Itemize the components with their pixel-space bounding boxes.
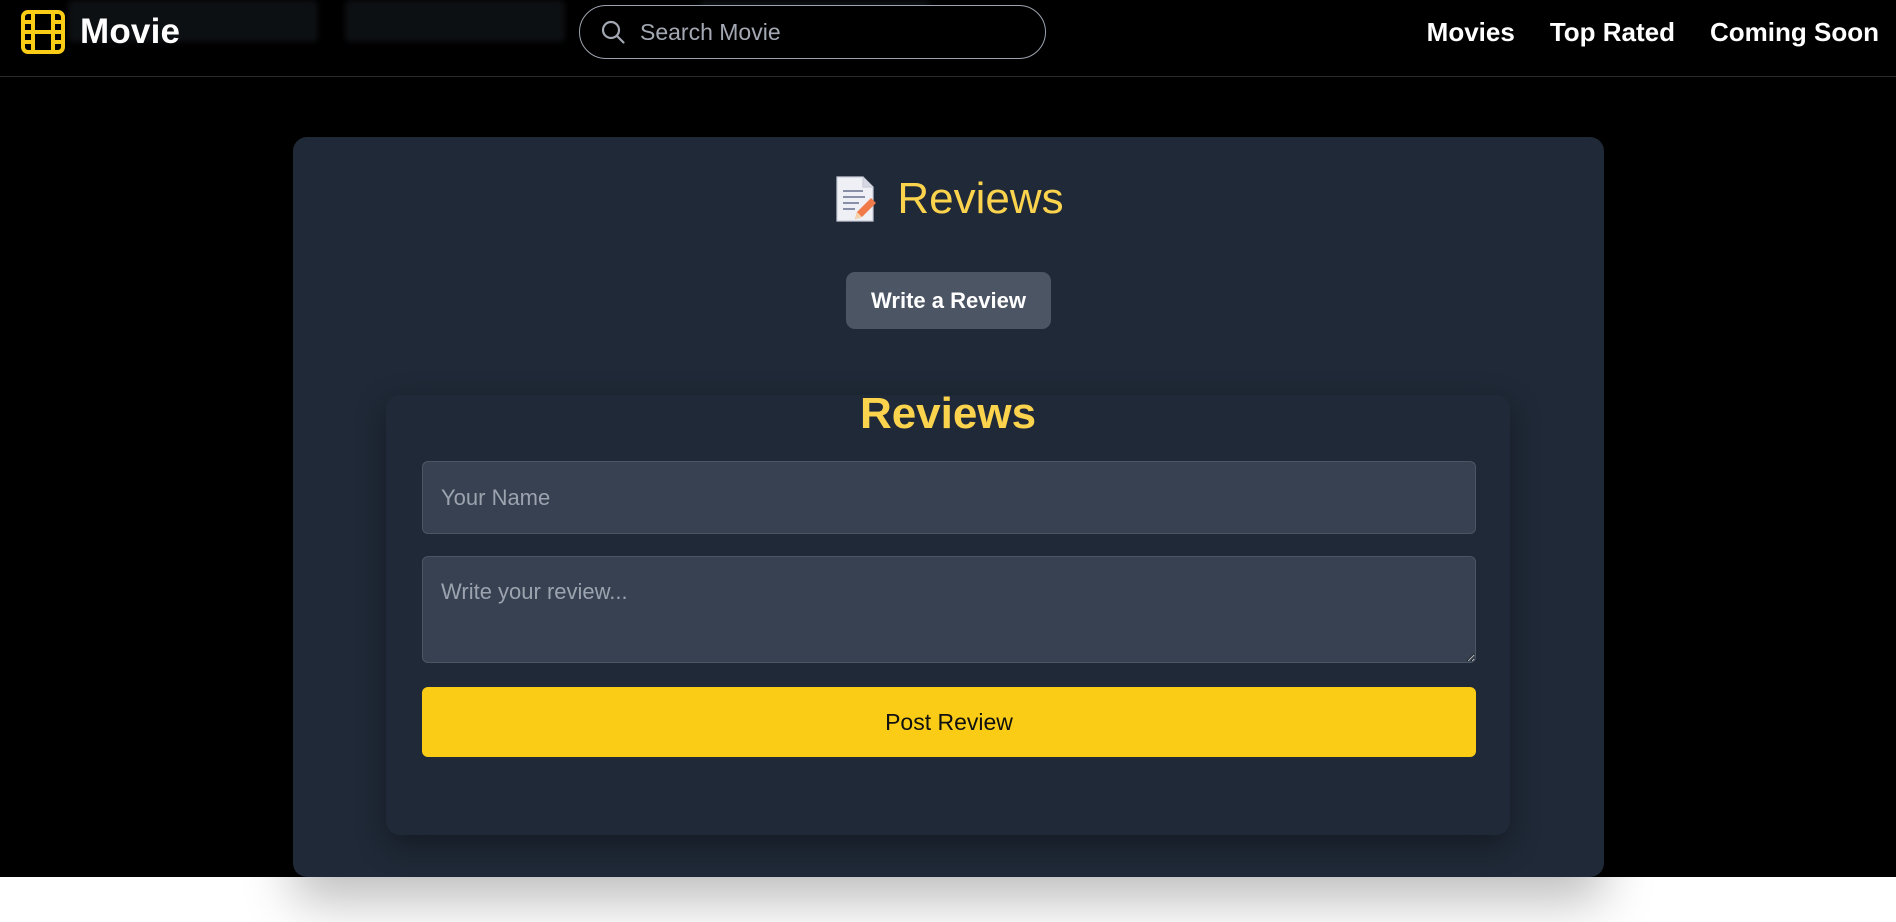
nav-link-movies[interactable]: Movies [1427, 17, 1515, 48]
name-field[interactable] [422, 461, 1476, 534]
form-title: Reviews [859, 389, 1037, 438]
blurred-backdrop [345, 0, 565, 42]
nav-links: Movies Top Rated Coming Soon [1392, 12, 1879, 52]
search-input[interactable] [638, 17, 1045, 47]
search-icon [601, 20, 625, 44]
brand-logo[interactable]: Movie [20, 8, 180, 56]
nav-link-top-rated[interactable]: Top Rated [1550, 17, 1675, 48]
film-icon [21, 10, 65, 54]
reviews-card: Reviews Write a Review Reviews Post Revi… [293, 137, 1604, 877]
reviews-header: Reviews [293, 174, 1604, 224]
navbar: Movie Movies Top Rated Coming Soon [0, 0, 1896, 77]
memo-icon [836, 176, 877, 222]
review-form-panel: Reviews Post Review [386, 389, 1510, 835]
nav-link-coming-soon[interactable]: Coming Soon [1710, 17, 1879, 48]
post-review-button[interactable]: Post Review [422, 687, 1476, 757]
search-bar[interactable] [579, 5, 1046, 59]
write-review-button[interactable]: Write a Review [846, 272, 1051, 329]
section-title: Reviews [897, 174, 1064, 223]
brand-name: Movie [80, 12, 181, 51]
review-textarea[interactable] [422, 556, 1476, 663]
